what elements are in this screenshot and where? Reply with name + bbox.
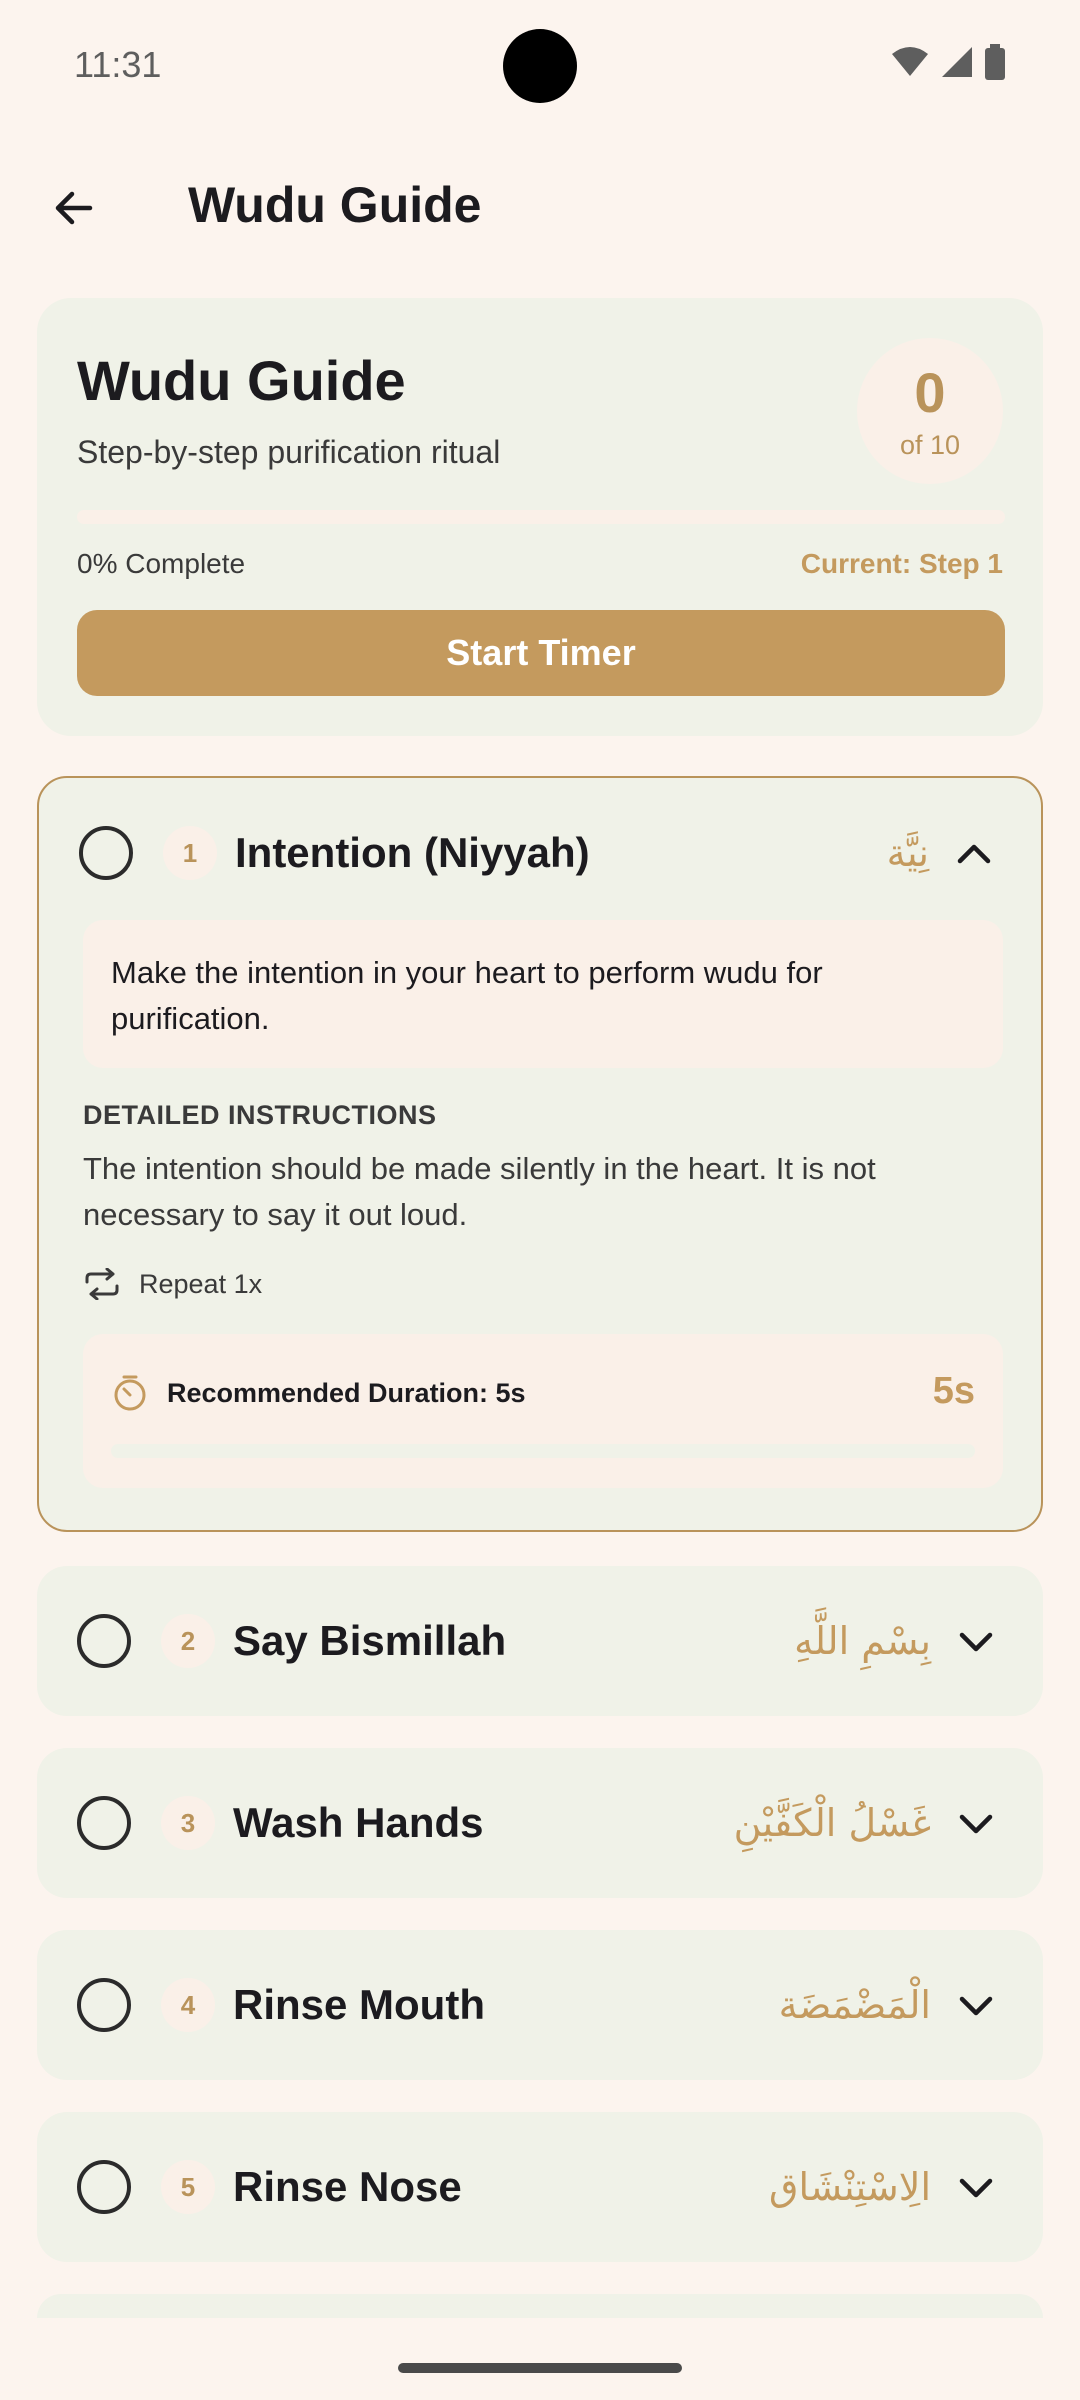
expand-button[interactable]	[947, 2158, 1005, 2216]
summary-title: Wudu Guide	[77, 349, 406, 412]
overall-progress-bar	[77, 510, 1005, 524]
duration-value: 5s	[932, 1370, 975, 1412]
step-header-2[interactable]: 2 Say Bismillah بِسْمِ اللَّهِ	[37, 1566, 1043, 1716]
step-number-badge: 5	[161, 2160, 215, 2214]
step-arabic-title: نِيَّة	[886, 831, 929, 875]
expand-button[interactable]	[947, 1976, 1005, 2034]
arrow-back-icon	[55, 191, 93, 225]
collapse-button[interactable]	[945, 824, 1003, 882]
step-card-6-partial[interactable]	[37, 2294, 1043, 2318]
app-bar: Wudu Guide	[0, 150, 1080, 260]
summary-card: Wudu Guide Step-by-step purification rit…	[37, 298, 1043, 736]
step-card-3[interactable]: 3 Wash Hands غَسْلُ الْكَفَّيْنِ	[37, 1748, 1043, 1898]
detailed-instructions-heading: DETAILED INSTRUCTIONS	[83, 1100, 437, 1130]
repeat-row: Repeat 1x	[83, 1268, 262, 1300]
status-icons	[890, 44, 1006, 80]
step-checkbox[interactable]	[77, 1978, 131, 2032]
total-steps-label: of 10	[899, 430, 961, 460]
duration-progress-bar	[111, 1444, 975, 1458]
step-checkbox[interactable]	[77, 1614, 131, 1668]
back-button[interactable]	[36, 170, 112, 246]
app-title: Wudu Guide	[188, 177, 482, 233]
step-card-4[interactable]: 4 Rinse Mouth الْمَضْمَضَة	[37, 1930, 1043, 2080]
percent-complete: 0% Complete	[77, 548, 246, 579]
start-timer-button[interactable]: Start Timer	[77, 610, 1005, 696]
summary-subtitle: Step-by-step purification ritual	[77, 434, 501, 470]
step-title: Say Bismillah	[233, 1617, 507, 1664]
step-arabic-title: الْمَضْمَضَة	[778, 1983, 931, 2027]
step-header-1[interactable]: 1 Intention (Niyyah) نِيَّة	[39, 778, 1041, 928]
repeat-label: Repeat 1x	[139, 1268, 263, 1299]
battery-icon	[985, 44, 1005, 80]
chevron-down-icon	[959, 1814, 993, 1834]
home-indicator[interactable]	[398, 2363, 682, 2373]
current-step-label: Current: Step 1	[800, 548, 1003, 579]
step-checkbox[interactable]	[77, 2160, 131, 2214]
step-header-4[interactable]: 4 Rinse Mouth الْمَضْمَضَة	[37, 1930, 1043, 2080]
wifi-icon	[892, 47, 928, 76]
step-number-badge: 4	[161, 1978, 215, 2032]
step-checkbox[interactable]	[79, 826, 133, 880]
status-bar: 11:31	[0, 0, 1080, 130]
chevron-up-icon	[957, 844, 991, 864]
step-arabic-title: الِاسْتِنْشَاق	[769, 2165, 931, 2209]
status-time: 11:31	[74, 44, 162, 85]
step-checkbox[interactable]	[77, 1796, 131, 1850]
step-card-2[interactable]: 2 Say Bismillah بِسْمِ اللَّهِ	[37, 1566, 1043, 1716]
step-number-badge: 1	[163, 826, 217, 880]
chevron-down-icon	[959, 1632, 993, 1652]
expand-button[interactable]	[947, 1612, 1005, 1670]
duration-box: Recommended Duration: 5s 5s	[83, 1334, 1003, 1488]
repeat-icon	[85, 1268, 119, 1300]
step-title: Intention (Niyyah)	[235, 829, 590, 876]
timer-icon	[114, 1375, 146, 1411]
step-card-5[interactable]: 5 Rinse Nose الِاسْتِنْشَاق	[37, 2112, 1043, 2262]
step-title: Rinse Mouth	[233, 1981, 485, 2028]
step-header-3[interactable]: 3 Wash Hands غَسْلُ الْكَفَّيْنِ	[37, 1748, 1043, 1898]
camera-cutout	[503, 29, 577, 103]
detailed-instructions-text: The intention should be made silently in…	[83, 1151, 876, 1232]
step-arabic-title: بِسْمِ اللَّهِ	[794, 1619, 931, 1663]
step-number-badge: 2	[161, 1614, 215, 1668]
step-title: Rinse Nose	[233, 2163, 462, 2210]
chevron-down-icon	[959, 1996, 993, 2016]
completed-counter: 0 of 10	[857, 338, 1003, 484]
recommended-duration-label: Recommended Duration: 5s	[167, 1378, 526, 1408]
step-header-5[interactable]: 5 Rinse Nose الِاسْتِنْشَاق	[37, 2112, 1043, 2262]
step-number-badge: 3	[161, 1796, 215, 1850]
step-arabic-title: غَسْلُ الْكَفَّيْنِ	[733, 1801, 931, 1845]
expand-button[interactable]	[947, 1794, 1005, 1852]
step-description: Make the intention in your heart to perf…	[83, 920, 1003, 1068]
completed-count: 0	[914, 361, 946, 424]
step-card-1: 1 Intention (Niyyah) نِيَّة Make the int…	[37, 776, 1043, 1532]
step-title: Wash Hands	[233, 1799, 484, 1846]
chevron-down-icon	[959, 2178, 993, 2198]
signal-icon	[942, 47, 972, 77]
